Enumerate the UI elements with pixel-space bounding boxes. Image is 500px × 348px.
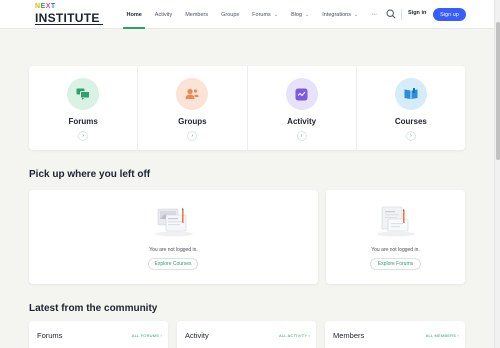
quick-link-label: Courses xyxy=(394,117,427,126)
nav-more-button[interactable]: ··· xyxy=(365,0,384,29)
chevron-right-icon[interactable]: › xyxy=(405,131,416,141)
all-forums-link[interactable]: ALL FORUMS › xyxy=(132,333,162,338)
all-activity-link[interactable]: ALL ACTIVITY › xyxy=(279,333,310,338)
groups-icon xyxy=(176,78,209,110)
pickup-heading: Pick up where you left off xyxy=(29,169,151,180)
logo-underline xyxy=(35,24,103,25)
site-logo[interactable]: NEXT INSTITUTE xyxy=(35,3,105,25)
community-members-card: Members ALL MEMBERS › xyxy=(325,321,465,348)
search-icon[interactable] xyxy=(386,9,396,19)
pickup-forums-panel: You are not logged in. Explore Forums xyxy=(326,190,465,284)
logo-institute: INSTITUTE xyxy=(35,11,100,25)
nav-item-activity[interactable]: Activity xyxy=(148,0,178,29)
community-card-title: Members xyxy=(333,331,365,340)
chevron-down-icon: ⌄ xyxy=(305,11,310,18)
quick-link-courses[interactable]: Courses › xyxy=(357,66,465,150)
nav-item-groups[interactable]: Groups xyxy=(215,0,246,29)
nav-item-blog[interactable]: Blog ⌄ xyxy=(285,0,316,29)
quick-link-label: Activity xyxy=(287,117,317,126)
forums-icon xyxy=(67,78,100,110)
pickup-courses-message: You are not logged in. xyxy=(149,247,198,253)
logo-next: NEXT xyxy=(35,3,56,10)
courses-illustration xyxy=(155,207,193,237)
nav-item-forums[interactable]: Forums ⌄ xyxy=(246,0,285,29)
quick-link-activity[interactable]: Activity › xyxy=(248,66,357,150)
main-nav: Home Activity Members Groups Forums ⌄ Blo… xyxy=(120,0,383,29)
community-card-title: Forums xyxy=(37,331,63,340)
explore-forums-button[interactable]: Explore Forums xyxy=(370,258,421,270)
nav-item-integrations[interactable]: Integrations ⌄ xyxy=(316,0,365,29)
community-card-title: Activity xyxy=(185,331,209,340)
header-divider xyxy=(401,9,402,20)
community-forums-card: Forums ALL FORUMS › xyxy=(29,321,168,348)
pickup-courses-panel: You are not logged in. Explore Courses xyxy=(29,190,318,284)
courses-icon xyxy=(394,78,427,110)
nav-item-home[interactable]: Home xyxy=(120,0,148,29)
chevron-right-icon[interactable]: › xyxy=(78,131,89,141)
sign-up-button[interactable]: Sign up xyxy=(433,8,466,21)
quick-link-label: Forums xyxy=(68,117,98,126)
page-scrollbar[interactable] xyxy=(494,0,500,348)
chevron-right-icon[interactable]: › xyxy=(296,131,307,141)
explore-courses-button[interactable]: Explore Courses xyxy=(148,258,198,270)
chevron-down-icon: ⌄ xyxy=(353,11,359,18)
forums-illustration xyxy=(377,206,415,237)
scrollbar-thumb[interactable] xyxy=(496,22,500,160)
quick-link-groups[interactable]: Groups › xyxy=(138,66,248,150)
pickup-forums-message: You are not logged in. xyxy=(371,247,420,253)
quick-link-label: Groups xyxy=(178,117,207,126)
community-activity-card: Activity ALL ACTIVITY › xyxy=(177,321,316,348)
activity-icon xyxy=(285,78,318,110)
community-heading: Latest from the community xyxy=(29,303,158,314)
all-members-link[interactable]: ALL MEMBERS › xyxy=(426,333,459,338)
chevron-down-icon: ⌄ xyxy=(273,11,279,18)
sign-in-link[interactable]: Sign in xyxy=(408,10,426,16)
chevron-right-icon[interactable]: › xyxy=(187,131,198,141)
quick-links: Forums › Groups › Activity › Courses › xyxy=(29,66,465,150)
nav-item-members[interactable]: Members xyxy=(179,0,215,29)
site-header: NEXT INSTITUTE Home Activity Members Gro… xyxy=(0,0,494,29)
quick-link-forums[interactable]: Forums › xyxy=(29,66,139,150)
